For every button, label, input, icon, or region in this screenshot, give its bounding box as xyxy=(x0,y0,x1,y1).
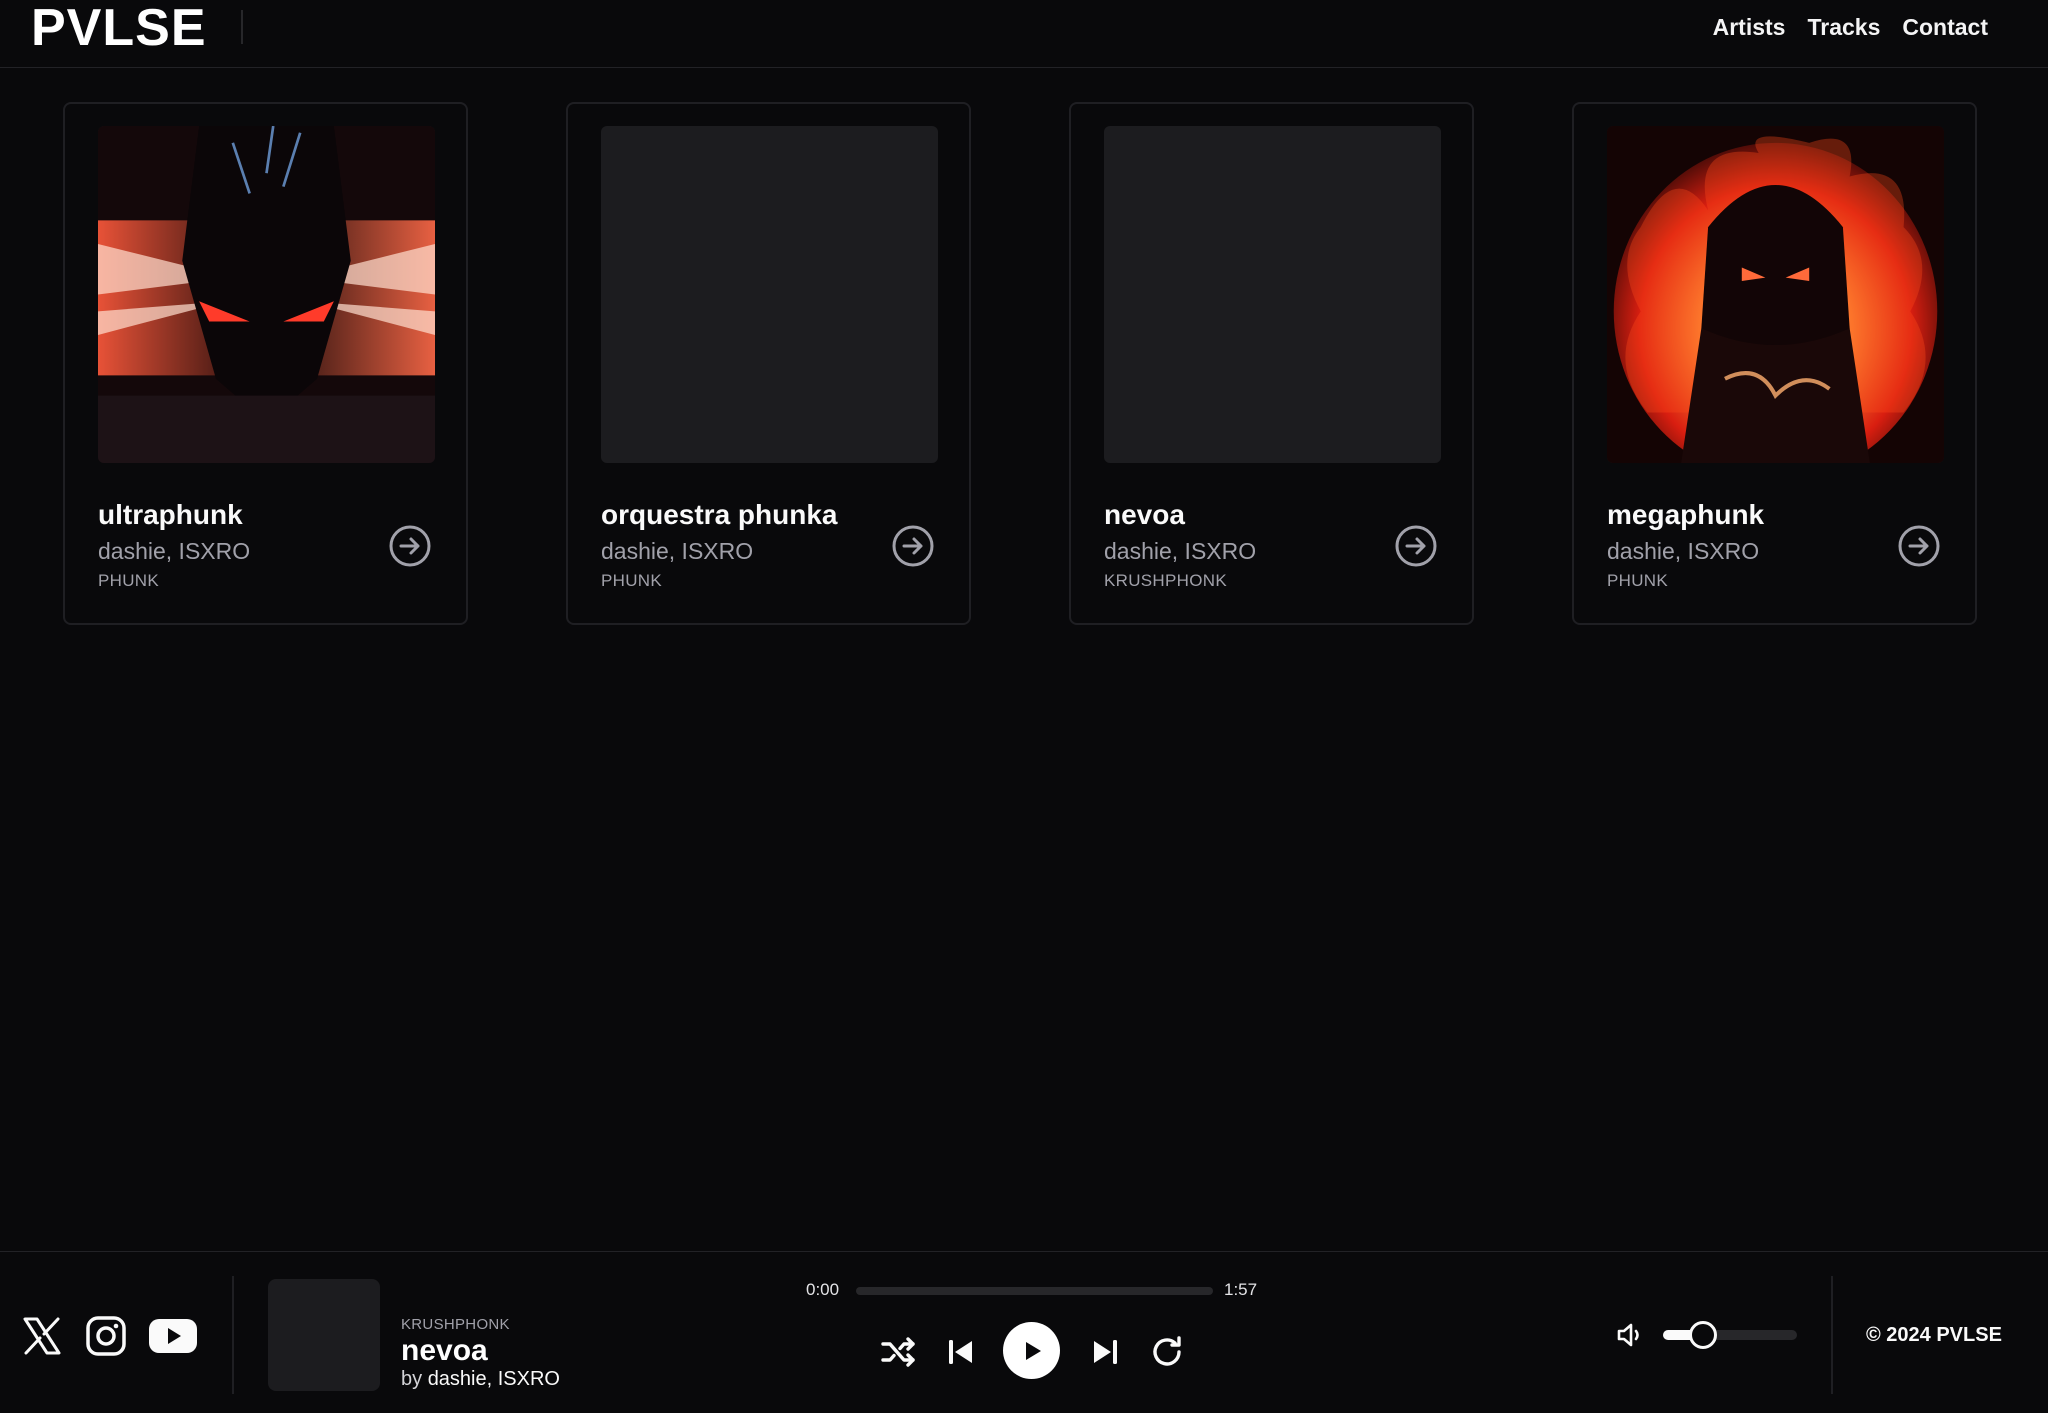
brand-logo[interactable]: PVLSE xyxy=(31,2,207,54)
track-title: nevoa xyxy=(1104,499,1185,530)
nav-tracks[interactable]: Tracks xyxy=(1807,12,1880,42)
copyright-text: © 2024 PVLSE xyxy=(1866,1324,2002,1346)
now-playing-genre: KRUSHPHONK xyxy=(401,1316,510,1333)
arrow-right-circle-icon[interactable] xyxy=(1897,524,1941,568)
site-header: PVLSE Artists Tracks Contact xyxy=(0,0,2048,68)
now-playing-title: nevoa xyxy=(401,1334,488,1367)
track-cover-art xyxy=(98,126,435,463)
volume-thumb[interactable] xyxy=(1689,1321,1718,1349)
fire-figure-art-image xyxy=(1607,126,1944,463)
track-cover-placeholder xyxy=(601,126,938,463)
track-title: orquestra phunka xyxy=(601,499,838,530)
youtube-icon[interactable] xyxy=(148,1315,198,1357)
player-bar: KRUSHPHONK nevoa by dashie, ISXRO 0:00 1… xyxy=(0,1251,2048,1413)
player-divider xyxy=(1831,1276,1833,1394)
skip-forward-icon[interactable] xyxy=(1085,1332,1125,1372)
progress-bar[interactable] xyxy=(856,1287,1213,1295)
by-label: by xyxy=(401,1368,423,1390)
track-artists: dashie, ISXRO xyxy=(1104,538,1257,564)
player-divider xyxy=(232,1276,234,1394)
track-genre: KRUSHPHONK xyxy=(1104,571,1227,590)
volume-icon[interactable] xyxy=(1615,1319,1647,1351)
now-playing-artists: dashie, ISXRO xyxy=(427,1368,560,1390)
skip-back-icon[interactable] xyxy=(941,1332,981,1372)
track-card-ultraphunk[interactable]: ultraphunk dashie, ISXRO PHUNK xyxy=(63,102,468,625)
track-genre: PHUNK xyxy=(601,571,663,590)
track-genre: PHUNK xyxy=(1607,571,1669,590)
track-cover-art xyxy=(1607,126,1944,463)
track-title: ultraphunk xyxy=(98,499,243,530)
track-card-orquestra-phunka[interactable]: orquestra phunka dashie, ISXRO PHUNK xyxy=(566,102,971,625)
track-card-megaphunk[interactable]: megaphunk dashie, ISXRO PHUNK xyxy=(1572,102,1977,625)
main-nav: Artists Tracks Contact xyxy=(1713,12,1988,42)
arrow-right-circle-icon[interactable] xyxy=(1394,524,1438,568)
play-button[interactable] xyxy=(1003,1322,1060,1379)
nav-contact[interactable]: Contact xyxy=(1902,12,1988,42)
arrow-right-circle-icon[interactable] xyxy=(891,524,935,568)
shuffle-icon[interactable] xyxy=(879,1332,919,1372)
nav-artists[interactable]: Artists xyxy=(1713,12,1786,42)
now-playing-cover xyxy=(268,1279,380,1391)
current-time: 0:00 xyxy=(806,1280,840,1299)
track-genre: PHUNK xyxy=(98,571,160,590)
track-duration: 1:57 xyxy=(1224,1280,1258,1299)
play-icon xyxy=(1025,1341,1041,1360)
demon-art-image xyxy=(98,126,435,463)
header-divider xyxy=(241,10,243,44)
volume-slider[interactable] xyxy=(1663,1321,1797,1349)
x-icon[interactable] xyxy=(21,1315,63,1357)
instagram-icon[interactable] xyxy=(85,1315,127,1357)
repeat-icon[interactable] xyxy=(1147,1332,1187,1372)
track-artists: dashie, ISXRO xyxy=(601,538,754,564)
now-playing-byline: by dashie, ISXRO xyxy=(401,1366,560,1392)
arrow-right-circle-icon[interactable] xyxy=(388,524,432,568)
track-title: megaphunk xyxy=(1607,499,1765,530)
track-artists: dashie, ISXRO xyxy=(98,538,251,564)
track-card-nevoa[interactable]: nevoa dashie, ISXRO KRUSHPHONK xyxy=(1069,102,1474,625)
track-cover-placeholder xyxy=(1104,126,1441,463)
track-artists: dashie, ISXRO xyxy=(1607,538,1760,564)
